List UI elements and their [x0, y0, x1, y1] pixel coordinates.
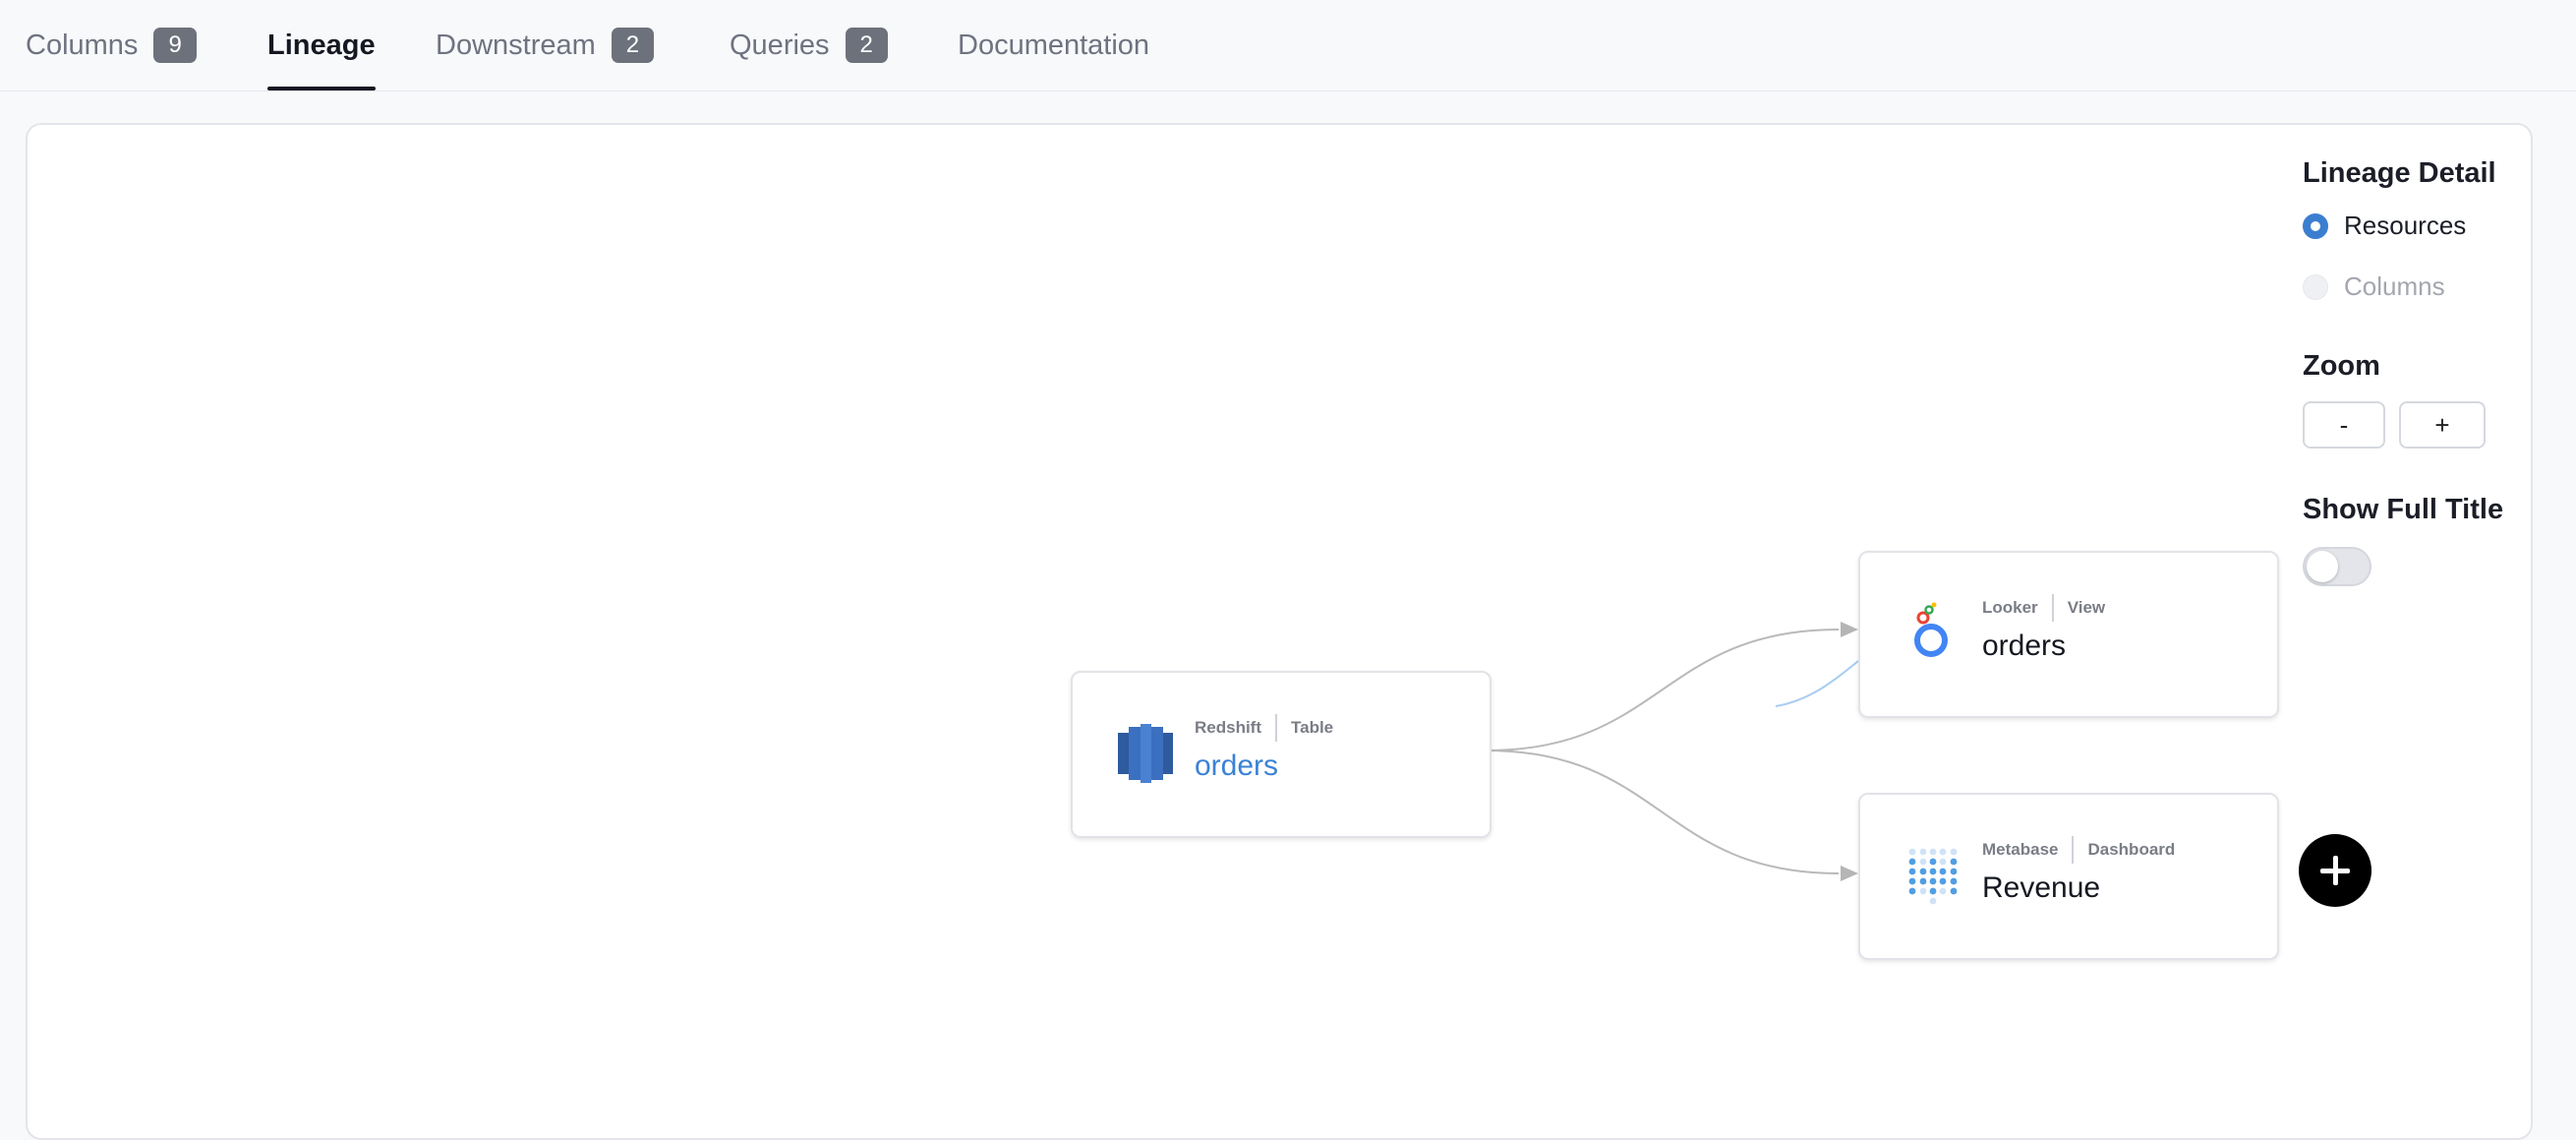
node-type-label: Dashboard [2087, 840, 2176, 859]
radio-columns[interactable]: Columns [2303, 271, 2445, 302]
lineage-node-looker-orders[interactable]: Looker View orders [1858, 551, 2279, 718]
node-meta: Metabase Dashboard [1982, 836, 2175, 864]
node-platform-label: Looker [1982, 598, 2038, 617]
node-title-link[interactable]: orders [1195, 750, 1278, 783]
zoom-in-button[interactable]: + [2399, 401, 2486, 449]
radio-columns-label: Columns [2344, 271, 2445, 301]
zoom-heading: Zoom [2303, 350, 2380, 382]
node-platform-label: Metabase [1982, 840, 2059, 859]
redshift-icon [1118, 724, 1173, 783]
tab-documentation[interactable]: Documentation [958, 0, 1149, 90]
tab-documentation-label: Documentation [958, 29, 1150, 61]
tab-columns-count-badge: 9 [153, 28, 197, 63]
zoom-out-button[interactable]: - [2303, 401, 2385, 449]
looker-icon [1914, 602, 1948, 657]
tab-downstream-label: Downstream [436, 29, 596, 61]
node-title[interactable]: Revenue [1982, 871, 2100, 905]
tab-columns-label: Columns [26, 29, 139, 61]
tab-downstream-count-badge: 2 [611, 28, 655, 63]
tab-columns[interactable]: Columns 9 [26, 0, 197, 90]
node-type-label: View [2067, 598, 2106, 617]
show-full-title-heading: Show Full Title [2303, 494, 2504, 525]
show-full-title-toggle[interactable] [2303, 547, 2371, 586]
tab-queries[interactable]: Queries 2 [730, 0, 888, 90]
add-node-button[interactable] [2299, 834, 2371, 907]
radio-resources-label: Resources [2344, 210, 2467, 240]
metabase-icon [1908, 848, 1958, 905]
node-meta: Redshift Table [1195, 714, 1333, 742]
node-meta: Looker View [1982, 594, 2105, 622]
meta-divider [2051, 594, 2054, 622]
meta-divider [2072, 836, 2075, 864]
tab-lineage[interactable]: Lineage [267, 0, 376, 90]
tab-lineage-label: Lineage [267, 29, 376, 61]
toggle-knob [2307, 551, 2338, 582]
lineage-detail-heading: Lineage Detail [2303, 157, 2496, 189]
tab-bar: Columns 9 Lineage Downstream 2 Queries 2… [0, 0, 2576, 91]
tab-queries-label: Queries [730, 29, 830, 61]
lineage-node-metabase-revenue[interactable]: Metabase Dashboard Revenue [1858, 793, 2279, 960]
node-platform-label: Redshift [1195, 718, 1261, 737]
tab-downstream[interactable]: Downstream 2 [436, 0, 655, 90]
radio-resources[interactable]: Resources [2303, 210, 2466, 241]
radio-unselected-icon [2303, 273, 2328, 300]
meta-divider [1275, 714, 1277, 742]
lineage-node-redshift-orders[interactable]: Redshift Table orders [1071, 671, 1492, 838]
tab-queries-count-badge: 2 [845, 28, 888, 63]
node-title[interactable]: orders [1982, 630, 2066, 663]
radio-selected-icon [2303, 212, 2328, 239]
node-type-label: Table [1291, 718, 1334, 737]
